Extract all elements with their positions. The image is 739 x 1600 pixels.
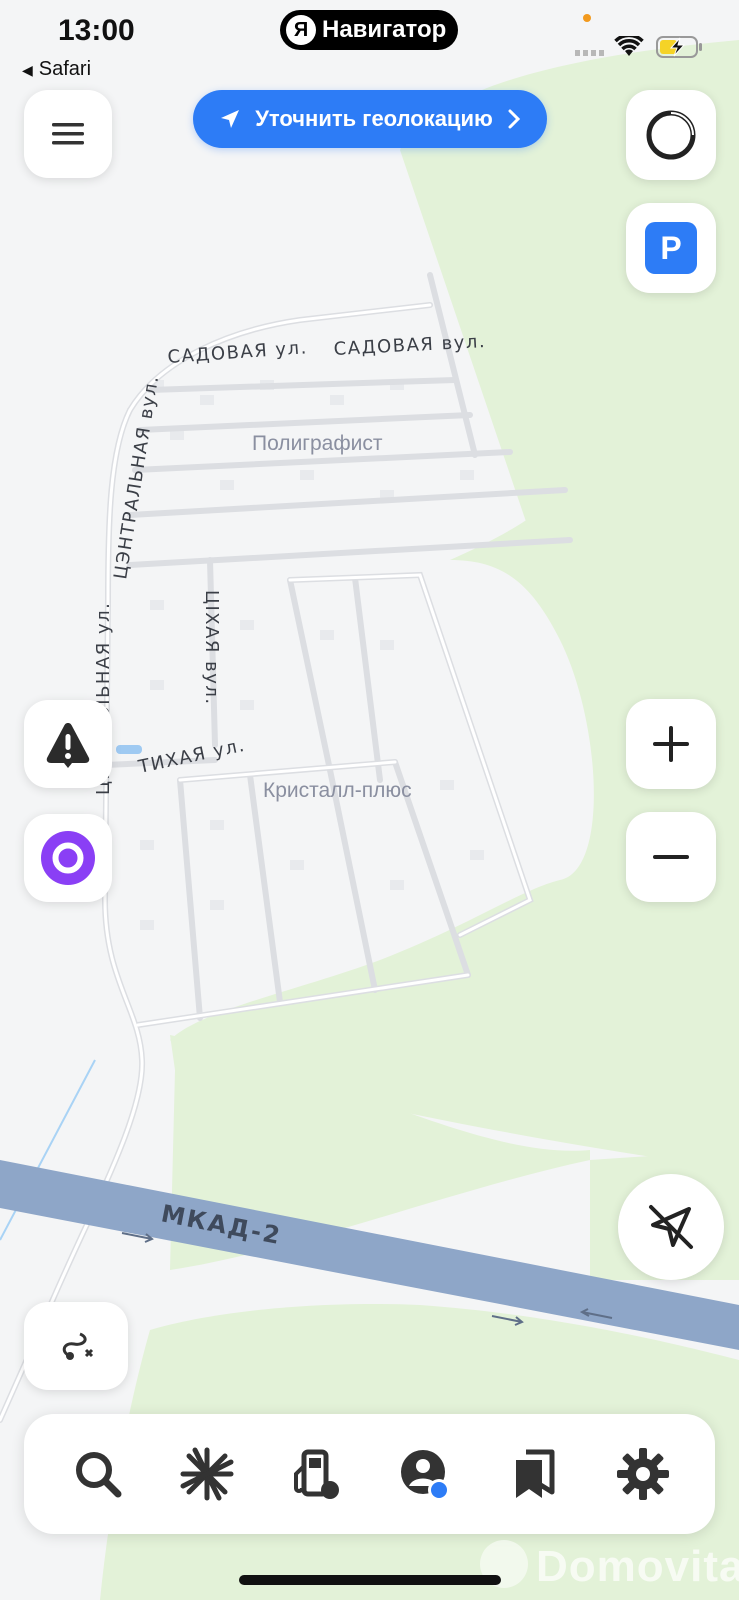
gas-station-button[interactable] [284,1442,348,1506]
profile-icon [401,1450,450,1501]
minus-icon [653,855,689,859]
district-label-poligrafist: Полиграфист [252,432,383,455]
plus-icon [653,726,689,762]
alice-ring-icon [646,110,696,160]
zoom-out-button[interactable] [626,812,716,902]
warning-icon [46,723,90,768]
follow-location-button[interactable] [618,1174,724,1280]
zoom-in-button[interactable] [626,699,716,789]
battery-charging-icon [656,36,702,58]
report-incident-button[interactable] [24,700,112,788]
district-label-kristall-plus: Кристалл-плюс [263,779,412,802]
street-label-tikhaya-by: ЦІХАЯ вул. [201,590,222,706]
location-marker [116,745,142,754]
app-name: Навигатор [322,16,447,43]
back-triangle-icon: ◀ [22,62,33,78]
profile-button[interactable] [393,1442,457,1506]
hamburger-menu-icon [52,123,84,145]
privacy-indicator-dot [583,14,591,22]
gas-station-icon [294,1449,339,1499]
refine-geolocation-button[interactable]: Уточнить геолокацию [193,90,547,148]
route-overview-button[interactable] [24,1302,128,1390]
wifi-icon [614,36,644,56]
back-app-label: Safari [38,58,92,80]
cellular-signal-icon [575,50,607,56]
bottom-tab-bar [24,1414,715,1534]
discovery-button[interactable] [175,1442,239,1506]
alice-ring-button[interactable] [626,90,716,180]
settings-button[interactable] [611,1442,675,1506]
status-time: 13:00 [58,14,135,47]
menu-button[interactable] [24,90,112,178]
settings-icon [617,1448,669,1500]
alice-icon [41,831,95,885]
refine-geolocation-label: Уточнить геолокацию [255,106,493,131]
parking-button[interactable]: P [626,203,716,293]
route-icon [62,1332,94,1360]
alice-assistant-button[interactable] [24,814,112,902]
bookmarks-icon [516,1449,555,1498]
watermark: Domovita [536,1542,739,1591]
chevron-right-icon [508,109,520,129]
search-icon [76,1452,122,1498]
app-title-pill: Я Навигатор [280,10,459,50]
location-arrow-icon [221,110,240,128]
home-indicator[interactable] [239,1575,501,1585]
discovery-icon [180,1447,234,1501]
location-off-icon [649,1205,693,1249]
yandex-logo-icon: Я [286,15,316,45]
back-to-safari[interactable]: ◀ Safari [22,58,91,81]
search-button[interactable] [66,1442,130,1506]
parking-icon: P [645,222,697,274]
bookmarks-button[interactable] [502,1442,566,1506]
